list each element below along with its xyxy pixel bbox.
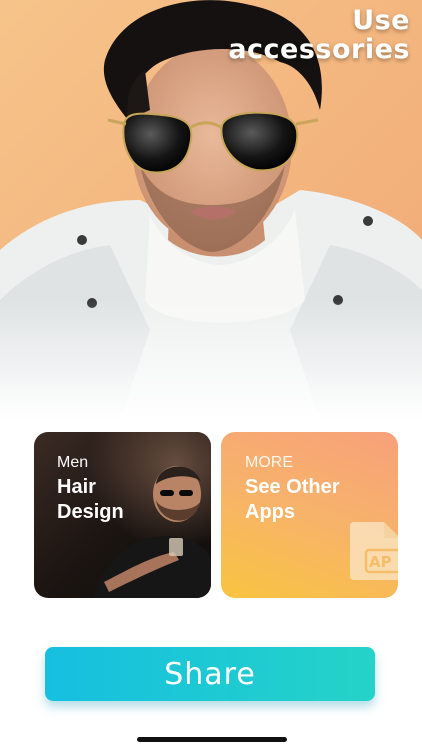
more-card-title-line1: See Other	[245, 476, 340, 498]
more-card-title: See Other Apps	[245, 475, 385, 525]
share-button[interactable]: Share	[45, 647, 375, 701]
app-file-icon-text: AP	[369, 553, 392, 571]
men-card-title: Hair Design	[57, 475, 197, 525]
hero-banner: Use accessories	[0, 0, 422, 420]
men-hair-design-card[interactable]: Men Hair Design	[34, 432, 211, 598]
more-card-kicker: MORE	[245, 454, 293, 471]
home-indicator	[137, 737, 287, 742]
men-card-title-line1: Hair	[57, 476, 96, 498]
app-file-icon: AP	[350, 522, 398, 580]
hero-title: Use accessories	[180, 6, 410, 64]
men-card-kicker: Men	[57, 454, 89, 471]
see-other-apps-card[interactable]: MORE See Other Apps AP	[221, 432, 398, 598]
hero-title-line1: Use	[352, 5, 410, 36]
men-card-title-line2: Design	[57, 501, 124, 523]
hero-title-line2: accessories	[228, 34, 410, 65]
